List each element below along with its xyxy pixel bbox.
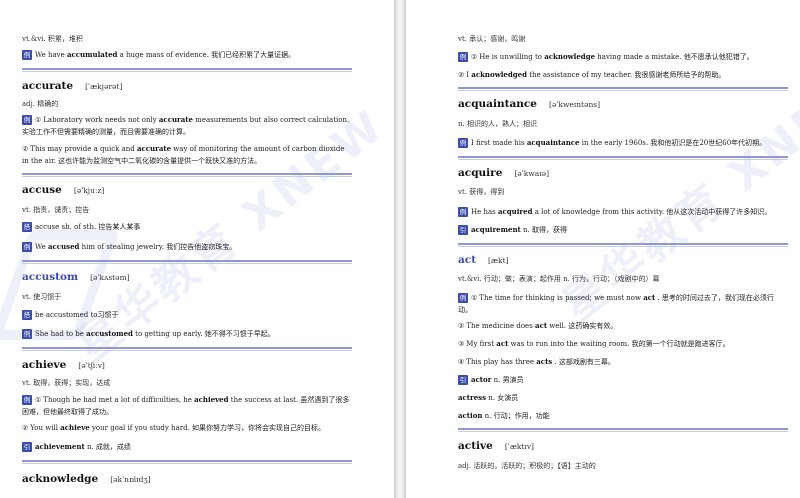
- headword-active: active [ˈæktɪv]: [458, 440, 534, 452]
- entry-pos: n. 相识的人，熟人；相识: [458, 120, 537, 128]
- example-line: 例I first made his acquaintance in the ea…: [458, 138, 767, 148]
- derivative-line: 引 acquirement n. 取得，获得: [458, 225, 567, 235]
- phrase-line: 搭 be accustomed to习惯于: [22, 310, 119, 320]
- derivative-line: 引 actor n. 男演员: [458, 375, 524, 385]
- headword-acknowledge: acknowledge [əkˈnɒlɪdʒ]: [22, 473, 151, 485]
- headword-accustom: accustom [əˈkʌstəm]: [22, 271, 130, 283]
- example-line: 例 ① He is unwilling to acknowledge having …: [458, 52, 754, 62]
- derivative-line: action n. 行动；作用，功能: [458, 411, 550, 420]
- example-badge: 例: [22, 242, 32, 252]
- derivative-badge: 引: [458, 375, 468, 385]
- phonetic: [əˈkjuːz]: [73, 186, 105, 195]
- phrase-badge: 搭: [22, 222, 32, 232]
- entry-pos: vt. 承认；感谢，鸣谢: [458, 35, 526, 43]
- entry-divider: [458, 156, 788, 160]
- phonetic: [əˈkʌstəm]: [90, 273, 130, 282]
- entry-pos: adj. 活跃的，活跃的；积极的；【语】主动的: [458, 462, 596, 470]
- derivative-line: 引 achievement n. 成就，成绩: [22, 442, 131, 452]
- entry-pos: vt.&vi. 行动；做；表演；起作用 n. 行为，行动；（戏剧中的）幕: [458, 275, 660, 283]
- example-badge: 例: [22, 50, 32, 60]
- right-page: 星华教育 XNEW vt. 承认；感谢，鸣谢 例 ① He is unwilling…: [406, 0, 800, 498]
- example-line: 例 We accused him of stealing jewelry. 我们控…: [22, 242, 237, 252]
- example-line: 例 We have accumulated a huge mass of evid…: [22, 50, 296, 60]
- phonetic: [ˈækjərət]: [85, 82, 123, 91]
- example-line: ③ My first act was to run into the waitin…: [458, 339, 730, 348]
- example-badge: 例: [22, 115, 32, 125]
- entry-divider: [22, 173, 352, 177]
- derivative-badge: 引: [22, 442, 32, 452]
- entry-pos: adj. 精确的: [22, 100, 59, 108]
- example-badge: 例: [458, 138, 468, 148]
- example-line: ② The medicine does act well. 这药确实有效。: [458, 321, 618, 330]
- example-line: 例 ① Though he had met a lot of difficultie…: [22, 395, 350, 416]
- headword-act: act [ækt]: [458, 254, 509, 266]
- entry-divider: [458, 87, 788, 91]
- entry-pos: vt. 使习惯于: [22, 293, 62, 301]
- example-badge: 例: [22, 329, 32, 339]
- phonetic: [ækt]: [488, 256, 509, 265]
- example-badge: 例: [22, 395, 32, 405]
- entry-pos: vt. 指责，谴责；控告: [22, 206, 90, 214]
- headword-acquire: acquire [əˈkwaɪə]: [458, 167, 550, 179]
- entry-divider: [458, 243, 788, 247]
- example-line: 例 He has acquired a lot of knowledge from…: [458, 207, 772, 217]
- phrase-badge: 搭: [22, 310, 32, 320]
- entry-pos: vt. 获得，得到: [458, 188, 505, 196]
- watermark: 星华教育 XNEW: [552, 59, 800, 332]
- book-gutter: [394, 0, 406, 498]
- headword-achieve: achieve [əˈtʃiːv]: [22, 359, 105, 371]
- derivative-line: actress n. 女演员: [458, 393, 519, 402]
- example-line: 例 ① Laboratory work needs not only accurat…: [22, 115, 350, 136]
- example-line: ② This may provide a quick and accurate w…: [22, 144, 345, 165]
- example-badge: 例: [458, 52, 468, 62]
- entry-divider: [22, 260, 352, 264]
- example-line: ④ This play has three acts . 这部戏剧有三幕。: [458, 357, 615, 366]
- example-line: ②I acknowledged the assistance of my tea…: [458, 70, 726, 79]
- entry-divider: [22, 347, 352, 351]
- entry-divider: [22, 460, 352, 464]
- example-badge: 例: [458, 207, 468, 217]
- headword-accurate: accurate [ˈækjərət]: [22, 80, 123, 92]
- phonetic: [əˈkweɪntəns]: [548, 100, 601, 109]
- phonetic: [əˈkwaɪə]: [514, 169, 550, 178]
- entry-pos: vt.&vi. 积累，堆积: [22, 35, 83, 43]
- entry-pos: vt. 取得，获得；实现，达成: [22, 379, 111, 387]
- phonetic: [ˈæktɪv]: [504, 442, 534, 451]
- example-badge: 例: [458, 293, 468, 303]
- entry-divider: [22, 68, 352, 72]
- derivative-badge: 引: [458, 225, 468, 235]
- headword-acquaintance: acquaintance [əˈkweɪntəns]: [458, 98, 601, 110]
- headword-accuse: accuse [əˈkjuːz]: [22, 184, 105, 196]
- example-line: ② You will achieve your goal if you study…: [22, 423, 326, 432]
- left-page: 星华教育 XNEW vt.&vi. 积累，堆积 例 We have accumul…: [0, 0, 394, 498]
- entry-divider: [458, 428, 788, 432]
- phrase-line: 搭 accuse sb. of sth. 控告某人某事: [22, 222, 141, 232]
- example-line: 例 She had to be accustomed to getting up …: [22, 329, 275, 339]
- phonetic: [əkˈnɒlɪdʒ]: [110, 475, 151, 484]
- example-line: 例 ① The time for thinking is passed; we mu…: [458, 293, 774, 314]
- phonetic: [əˈtʃiːv]: [78, 361, 105, 370]
